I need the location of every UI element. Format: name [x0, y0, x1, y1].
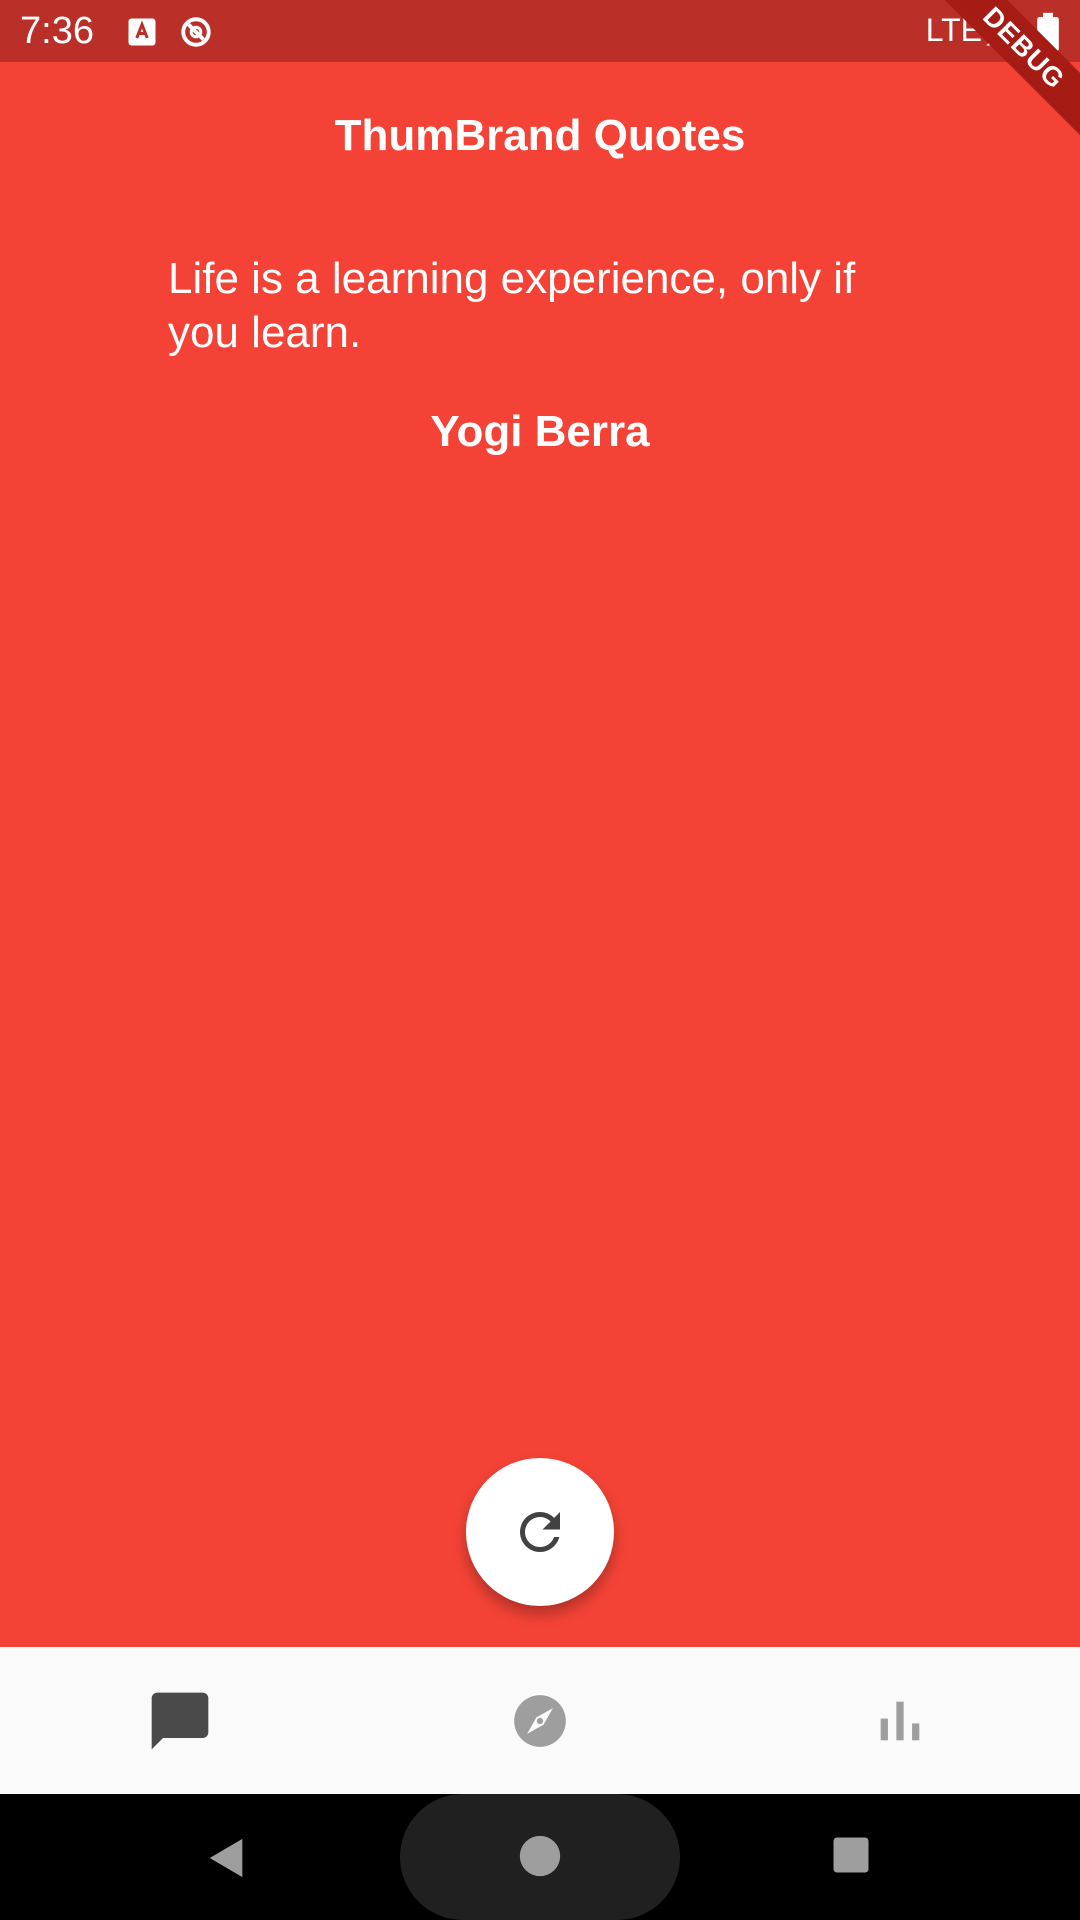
chat-bubble-icon: [151, 1692, 209, 1749]
bottom-nav: [0, 1647, 1080, 1794]
quote-author: Yogi Berra: [430, 407, 650, 456]
nav-item-stats[interactable]: [720, 1647, 1080, 1794]
compass-icon: [514, 1694, 566, 1747]
refresh-quote-button[interactable]: [466, 1458, 614, 1606]
page-title: ThumBrand Quotes: [334, 111, 746, 160]
nav-item-explore[interactable]: [360, 1647, 720, 1794]
status-time: 7:36: [20, 10, 94, 52]
recents-icon[interactable]: [830, 1834, 872, 1876]
nav-item-quotes[interactable]: [0, 1647, 360, 1794]
sync-icon: [181, 17, 211, 47]
system-nav-bar: [0, 1794, 1080, 1920]
quote-text: Life is a learning experience, only if y…: [168, 254, 856, 357]
home-icon[interactable]: [518, 1834, 562, 1878]
back-icon[interactable]: [204, 1834, 250, 1882]
keyboard-a-icon: [128, 18, 156, 46]
refresh-icon: [520, 1512, 560, 1552]
bar-chart-icon: [880, 1701, 920, 1740]
status-bar: 7:36 LTE: [0, 0, 1080, 62]
